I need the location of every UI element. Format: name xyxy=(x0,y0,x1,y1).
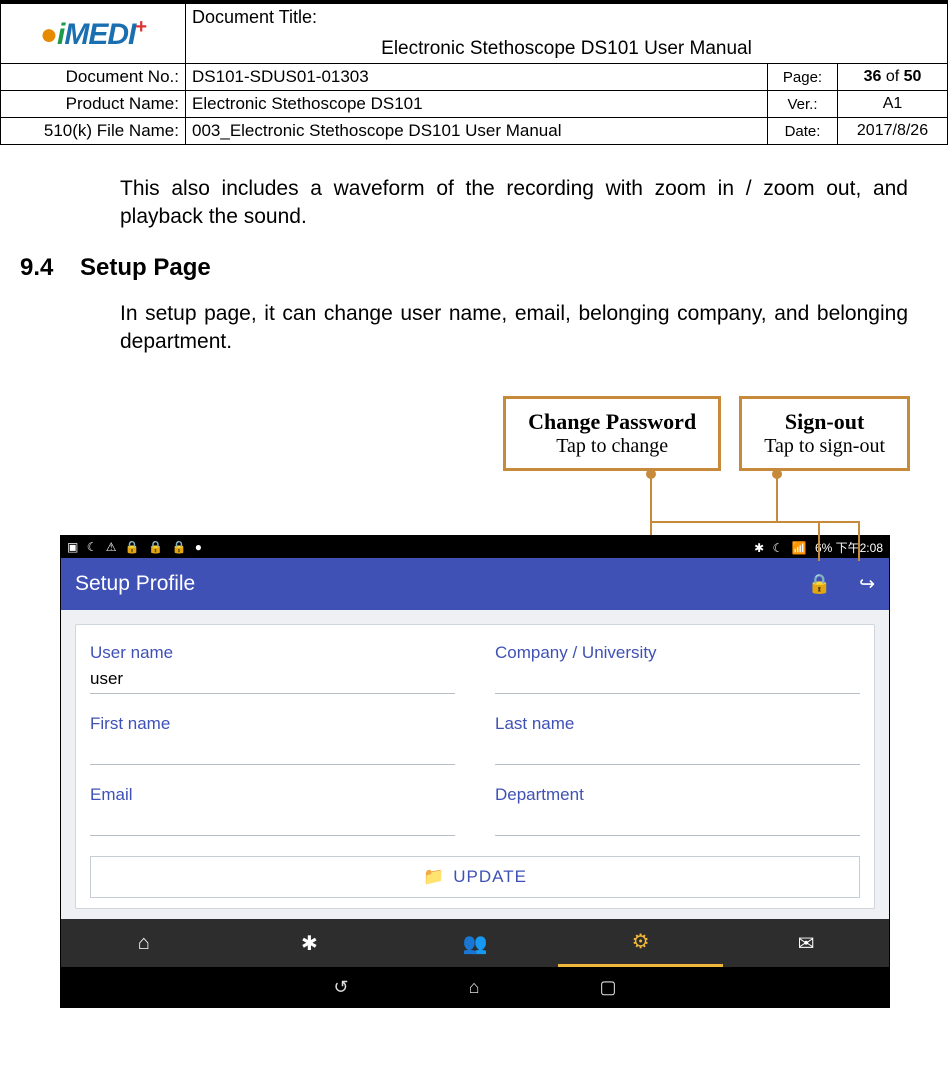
header-table: ●iMEDI+ Document Title: Electronic Steth… xyxy=(0,3,948,145)
user-name-label: User name xyxy=(90,643,455,663)
status-icon: 🔒 xyxy=(172,540,187,554)
connector-line xyxy=(650,477,652,535)
doc-no-label: Document No.: xyxy=(1,64,186,91)
tab-mail[interactable]: ✉ xyxy=(723,919,889,967)
status-right-text: 6% 下午2:08 xyxy=(815,541,883,555)
status-icon: 🔒 xyxy=(125,540,140,554)
app-bar: Setup Profile 🔒 ↪ xyxy=(61,558,889,610)
file-label: 510(k) File Name: xyxy=(1,118,186,145)
bluetooth-icon: ✱ xyxy=(754,541,764,555)
product-value: Electronic Stethoscope DS101 xyxy=(186,91,768,118)
status-icon: ● xyxy=(195,540,202,554)
wifi-icon: 📶 xyxy=(792,541,807,555)
department-input[interactable] xyxy=(495,809,860,836)
tab-bluetooth[interactable]: ✱ xyxy=(227,919,393,967)
doc-title-cell: Document Title: Electronic Stethoscope D… xyxy=(186,4,948,64)
setup-card: User name Company / University First nam… xyxy=(75,624,875,909)
folder-icon: 📁 xyxy=(423,867,445,887)
status-icon: ☾ xyxy=(87,540,98,554)
page-value: 36 of 50 xyxy=(838,64,948,91)
email-label: Email xyxy=(90,785,455,805)
ver-value: A1 xyxy=(838,91,948,118)
phone-screenshot: ▣ ☾ ⚠ 🔒 🔒 🔒 ● ✱ ☾ 📶 6% 下午2:08 Setup Prof… xyxy=(60,535,890,1008)
company-input[interactable] xyxy=(495,667,860,694)
paragraph-2: In setup page, it can change user name, … xyxy=(0,294,948,357)
app-bar-title: Setup Profile xyxy=(75,572,195,596)
status-icon: ⚠ xyxy=(106,540,117,554)
paragraph-1: This also includes a waveform of the rec… xyxy=(0,145,948,232)
nav-back-icon[interactable]: ↺ xyxy=(334,977,349,998)
connector-line xyxy=(776,477,778,523)
doc-title-value: Electronic Stethoscope DS101 User Manual xyxy=(192,28,941,60)
bottom-tabs: ⌂ ✱ 👥 ⚙ ✉ xyxy=(61,919,889,967)
product-label: Product Name: xyxy=(1,91,186,118)
update-button[interactable]: 📁 UPDATE xyxy=(90,856,860,898)
department-label: Department xyxy=(495,785,860,805)
connector-line xyxy=(776,521,858,523)
nav-home-icon[interactable]: ⌂ xyxy=(469,977,480,998)
last-name-label: Last name xyxy=(495,714,860,734)
tab-home[interactable]: ⌂ xyxy=(61,919,227,967)
company-label: Company / University xyxy=(495,643,860,663)
status-icon: ▣ xyxy=(67,540,78,554)
android-nav-bar: ↺ ⌂ ▢ xyxy=(61,967,889,1007)
section-number: 9.4 xyxy=(20,254,80,282)
nav-recent-icon[interactable]: ▢ xyxy=(599,977,616,998)
signout-icon[interactable]: ↪ xyxy=(859,574,875,595)
callout-cp-sub: Tap to change xyxy=(528,435,696,458)
callout-change-password: Change Password Tap to change xyxy=(503,396,721,471)
imedi-logo: ●iMEDI+ xyxy=(40,18,146,51)
callout-sign-out: Sign-out Tap to sign-out xyxy=(739,396,910,471)
callout-so-title: Sign-out xyxy=(764,409,885,435)
file-value: 003_Electronic Stethoscope DS101 User Ma… xyxy=(186,118,768,145)
first-name-label: First name xyxy=(90,714,455,734)
date-label: Date: xyxy=(768,118,838,145)
last-name-input[interactable] xyxy=(495,738,860,765)
connector-line xyxy=(818,521,820,561)
doc-no-value: DS101-SDUS01-01303 xyxy=(186,64,768,91)
callout-cp-title: Change Password xyxy=(528,409,696,435)
email-input[interactable] xyxy=(90,809,455,836)
tab-people[interactable]: 👥 xyxy=(392,919,558,967)
ver-label: Ver.: xyxy=(768,91,838,118)
page-label: Page: xyxy=(768,64,838,91)
date-value: 2017/8/26 xyxy=(838,118,948,145)
section-title: Setup Page xyxy=(80,254,211,282)
callout-so-sub: Tap to sign-out xyxy=(764,435,885,458)
android-status-bar: ▣ ☾ ⚠ 🔒 🔒 🔒 ● ✱ ☾ 📶 6% 下午2:08 xyxy=(61,536,889,558)
doc-title-label: Document Title: xyxy=(192,7,941,28)
moon-icon: ☾ xyxy=(773,541,784,555)
connector-line xyxy=(858,521,860,561)
logo-cell: ●iMEDI+ xyxy=(1,4,186,64)
first-name-input[interactable] xyxy=(90,738,455,765)
status-icon: 🔒 xyxy=(148,540,163,554)
user-name-input[interactable] xyxy=(90,667,455,694)
lock-icon[interactable]: 🔒 xyxy=(808,574,832,595)
update-label: UPDATE xyxy=(453,867,527,887)
tab-settings[interactable]: ⚙ xyxy=(558,919,724,967)
